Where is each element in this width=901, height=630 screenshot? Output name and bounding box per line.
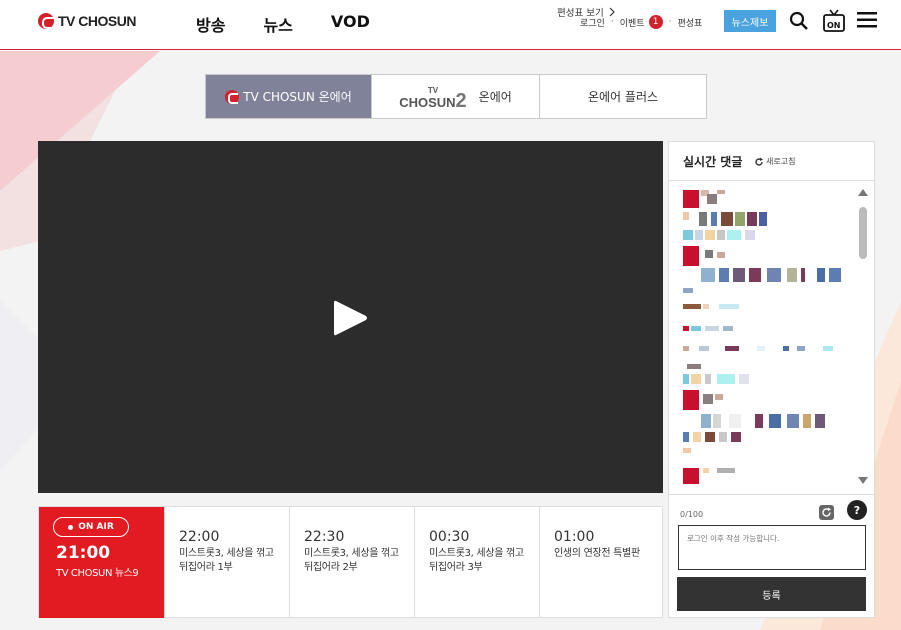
schedule-title: 미스트롯3, 세상을 꺾고 뒤집어라 2부: [304, 548, 399, 573]
live-dot-icon: [68, 524, 74, 530]
logo-mark-icon: [225, 89, 240, 104]
schedule-title: 인생의 연장전 특별판: [554, 548, 640, 559]
schedule-time: 22:30: [304, 529, 345, 545]
scroll-up-arrow-icon[interactable]: [858, 189, 868, 196]
help-icon[interactable]: ?: [847, 500, 867, 520]
schedule-item[interactable]: 22:00 미스트롯3, 세상을 꺾고 뒤집어라 1부: [164, 507, 289, 618]
schedule-time: 00:30: [429, 529, 470, 545]
tab-label: 온에어 플러스: [587, 90, 659, 104]
chat-messages-censored: [683, 190, 841, 484]
chat-title: 실시간 댓글: [683, 155, 743, 169]
tab-tvchosun-onair[interactable]: TV CHOSUN 온에어: [206, 75, 372, 118]
logo-text: TV CHOSUN: [58, 13, 136, 29]
svg-text:ON: ON: [827, 21, 841, 30]
schedule-view-link[interactable]: 편성표 보기: [557, 5, 615, 19]
schedule-title: 미스트롯3, 세상을 꺾고 뒤집어라 3부: [429, 548, 524, 573]
tab-label: TV CHOSUN 온에어: [243, 90, 352, 104]
schedule-title: 미스트롯3, 세상을 꺾고 뒤집어라 1부: [179, 548, 274, 573]
channel-tabs: TV CHOSUN 온에어 TV CHOSUN2 온에어 온에어 플러스: [205, 74, 707, 119]
tvchosun-logo[interactable]: TV CHOSUN: [38, 13, 136, 29]
tab-chosun2-onair[interactable]: TV CHOSUN2 온에어: [372, 75, 540, 118]
schedule-time: 01:00: [554, 529, 595, 545]
refresh-captcha-icon[interactable]: [819, 505, 834, 520]
util-separator: ·: [668, 17, 672, 27]
nav-news[interactable]: 뉴스: [263, 12, 292, 36]
tab-onair-plus[interactable]: 온에어 플러스: [540, 75, 706, 118]
video-player[interactable]: [38, 141, 663, 493]
refresh-icon: [755, 157, 763, 166]
schedule-item[interactable]: 22:30 미스트롯3, 세상을 꺾고 뒤집어라 2부: [289, 507, 414, 618]
menu-icon[interactable]: [857, 11, 877, 29]
schedule-strip: ON AIR 21:00 TV CHOSUN 뉴스9 22:00 미스트롯3, …: [38, 506, 663, 618]
onair-current[interactable]: ON AIR 21:00 TV CHOSUN 뉴스9: [39, 507, 164, 618]
schedule-link[interactable]: 편성표: [677, 16, 702, 29]
onair-badge: ON AIR: [53, 517, 129, 537]
scroll-thumb[interactable]: [859, 207, 867, 259]
tab-label: 온에어: [478, 90, 512, 104]
chat-header: 실시간 댓글 새로고침: [669, 142, 874, 181]
chat-message-list[interactable]: [683, 188, 853, 484]
onair-title: TV CHOSUN 뉴스9: [56, 568, 139, 579]
play-icon[interactable]: [330, 297, 370, 339]
chosun2-logo: TV CHOSUN2: [399, 86, 467, 112]
event-badge: 1: [648, 15, 663, 29]
on-tv-icon[interactable]: ON: [822, 9, 846, 33]
schedule-item[interactable]: 01:00 인생의 연장전 특별판: [539, 507, 664, 618]
chat-compose: 0/100 ? 등록: [669, 494, 874, 618]
nav-broadcast[interactable]: 방송: [196, 12, 225, 36]
live-chat-panel: 실시간 댓글 새로고침 0/100 ? 로그인 이후 작성 가능합니다. 등록: [668, 141, 875, 618]
logo-mark-icon: [38, 13, 54, 29]
onair-time: 21:00: [56, 543, 111, 563]
nav-vod[interactable]: VOD: [331, 12, 370, 36]
chat-scrollbar[interactable]: [858, 189, 868, 484]
chevron-right-icon: [609, 7, 615, 17]
news-tip-button[interactable]: 뉴스제보: [724, 10, 776, 32]
submit-button[interactable]: 등록: [677, 577, 866, 611]
schedule-item[interactable]: 00:30 미스트롯3, 세상을 꺾고 뒤집어라 3부: [414, 507, 539, 618]
main-nav: 방송 뉴스 VOD: [196, 12, 408, 36]
event-link[interactable]: 이벤트: [620, 16, 645, 29]
char-counter: 0/100: [680, 510, 704, 519]
site-header: TV CHOSUN 방송 뉴스 VOD 로그인 · 이벤트 1 · 편성표 뉴스…: [0, 0, 901, 50]
schedule-time: 22:00: [179, 529, 220, 545]
chat-refresh-button[interactable]: 새로고침: [754, 156, 795, 167]
scroll-down-arrow-icon[interactable]: [858, 477, 868, 484]
chat-input[interactable]: [678, 525, 866, 570]
search-icon[interactable]: [789, 11, 809, 31]
